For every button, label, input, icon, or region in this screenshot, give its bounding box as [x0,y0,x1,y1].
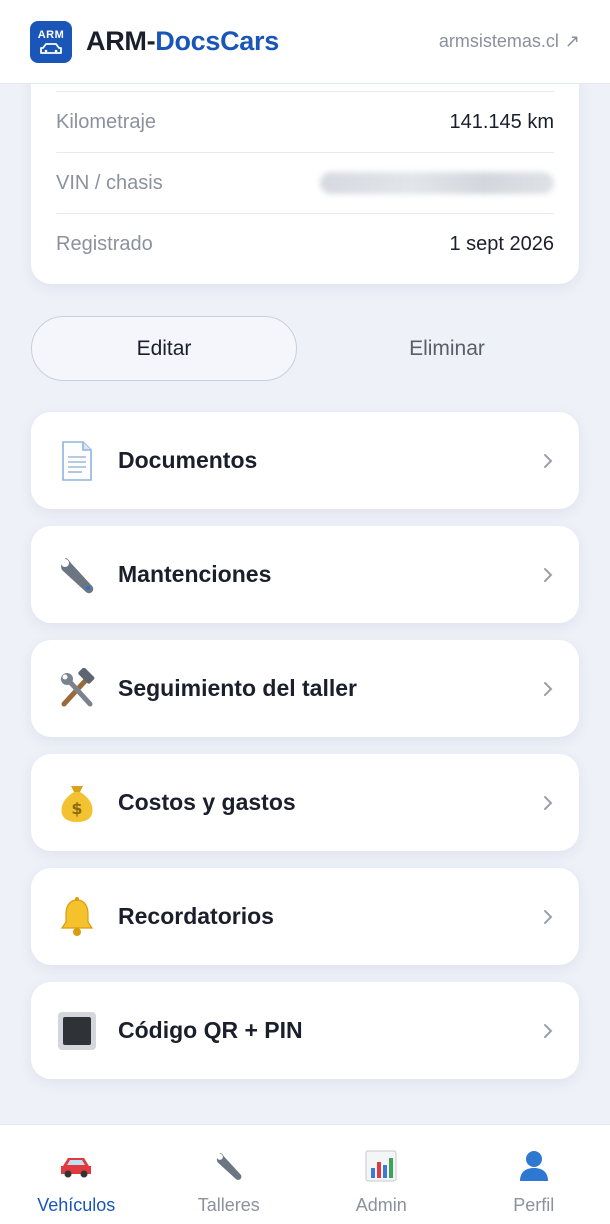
nav-item-vehiculos[interactable]: Vehículos [0,1125,153,1224]
app-header: ARM ARM-DocsCars armsistemas.cl ↗ [0,0,610,84]
brand[interactable]: ARM ARM-DocsCars [30,20,279,63]
logo-text: ARM [37,28,65,41]
menu-item-documentos[interactable]: Documentos [31,412,579,509]
external-arrow-icon: ↗ [564,31,580,51]
wrench-icon [56,554,98,596]
info-row-registrado: Registrado 1 sept 2026 [56,213,554,274]
money-bag-icon: $ [56,782,98,824]
vin-redacted-value [320,172,554,194]
chevron-right-icon [544,567,553,582]
vehicle-info-card: Kilometraje 141.145 km VIN / chasis Regi… [31,60,579,284]
menu-item-label: Costos y gastos [118,789,296,815]
nav-label: Vehículos [37,1195,116,1215]
chevron-right-icon [544,681,553,696]
car-icon [40,42,62,54]
wrench-icon [212,1149,246,1183]
info-row-kilometraje: Kilometraje 141.145 km [56,91,554,152]
external-link-text: armsistemas.cl [438,31,559,51]
brand-title: ARM-DocsCars [86,26,279,57]
qr-square-icon [56,1010,98,1052]
menu-item-label: Mantenciones [118,561,272,587]
brand-title-part2: DocsCars [155,26,279,56]
car-icon [59,1149,93,1183]
app-logo: ARM [30,20,72,63]
info-label: Kilometraje [56,110,157,133]
nav-label: Admin [355,1195,407,1215]
info-value: 1 sept 2026 [449,232,554,255]
info-label: VIN / chasis [56,171,163,194]
bell-icon [56,896,98,938]
info-label: Registrado [56,232,153,255]
menu-item-label: Documentos [118,447,258,473]
nav-label: Talleres [197,1195,260,1215]
menu-item-costos[interactable]: $ Costos y gastos [31,754,579,851]
nav-item-talleres[interactable]: Talleres [153,1125,306,1224]
document-icon [56,440,98,482]
menu-item-label: Seguimiento del taller [118,675,357,701]
menu-item-mantenciones[interactable]: Mantenciones [31,526,579,623]
chevron-right-icon [544,453,553,468]
chevron-right-icon [544,1023,553,1038]
info-row-vin: VIN / chasis [56,152,554,213]
menu-item-label: Código QR + PIN [118,1017,303,1043]
nav-label: Perfil [513,1195,555,1215]
menu-item-label: Recordatorios [118,903,274,929]
chevron-right-icon [544,909,553,924]
menu-item-seguimiento[interactable]: Seguimiento del taller [31,640,579,737]
svg-text:$: $ [71,799,82,818]
menu-item-recordatorios[interactable]: Recordatorios [31,868,579,965]
menu-item-codigo-qr[interactable]: Código QR + PIN [31,982,579,1079]
bar-chart-icon [364,1149,398,1183]
nav-item-perfil[interactable]: Perfil [458,1125,610,1224]
bottom-navigation: Vehículos Talleres Admin Perfil [0,1124,610,1224]
brand-title-part1: ARM- [86,26,156,56]
hammer-wrench-icon [56,667,98,710]
info-value: 141.145 km [449,110,554,133]
user-icon [517,1149,551,1183]
chevron-right-icon [544,795,553,810]
edit-button[interactable]: Editar [31,316,297,381]
external-site-link[interactable]: armsistemas.cl ↗ [439,31,580,52]
delete-button[interactable]: Eliminar [314,316,580,381]
nav-item-admin[interactable]: Admin [305,1125,458,1224]
